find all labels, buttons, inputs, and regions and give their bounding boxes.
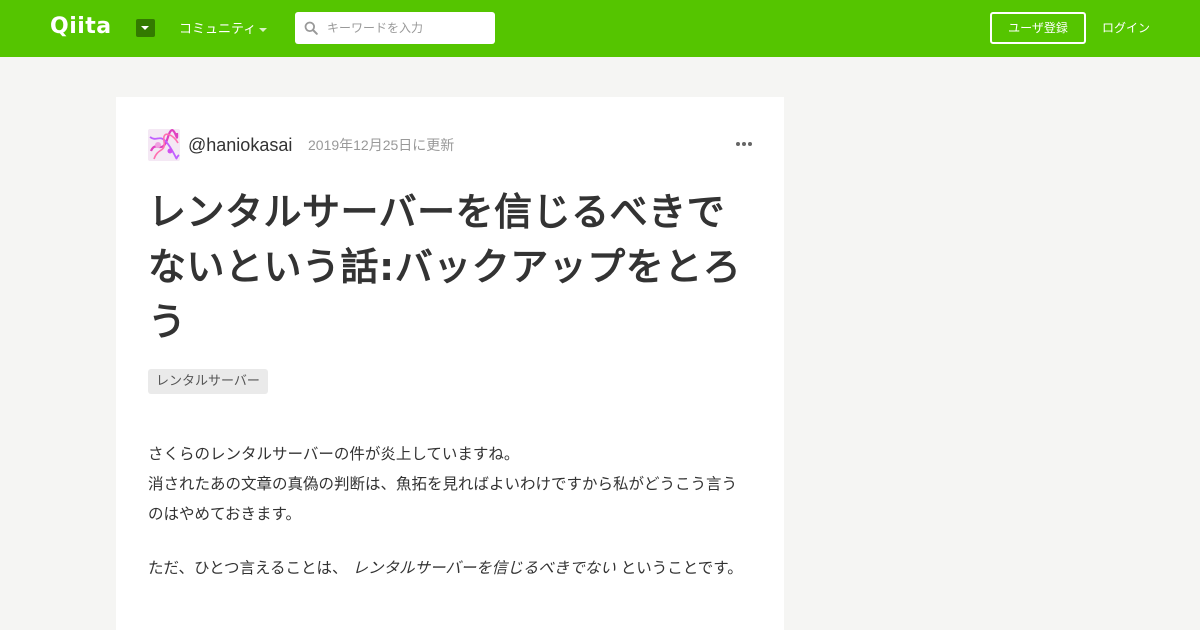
paragraph: さくらのレンタルサーバーの件が炎上していますね。 消されたあの文章の真偽の判断は… — [148, 439, 752, 529]
logo-menu-button[interactable] — [136, 19, 155, 37]
article-body: さくらのレンタルサーバーの件が炎上していますね。 消されたあの文章の真偽の判断は… — [148, 439, 752, 607]
emphasis-text: レンタルサーバーを信じるべきでない — [352, 559, 616, 577]
signup-button[interactable]: ユーザ登録 — [990, 12, 1086, 44]
article-card: @haniokasai 2019年12月25日に更新 レンタルサーバーを信じるべ… — [116, 97, 784, 630]
caret-down-icon — [141, 26, 149, 30]
search-box — [295, 12, 495, 44]
tag-rental-server[interactable]: レンタルサーバー — [148, 369, 268, 394]
search-icon — [304, 21, 318, 35]
paragraph: ただ、ひとつ言えることは、 レンタルサーバーを信じるべきでない ということです。 — [148, 553, 752, 583]
article-title: レンタルサーバーを信じるべきでないという話:バックアップをとろう — [148, 190, 742, 344]
avatar[interactable] — [148, 129, 180, 161]
author-name[interactable]: @haniokasai — [188, 133, 292, 157]
global-header: Qiita コミュニティ ユーザ登録 ログイン — [0, 0, 1200, 57]
qiita-logo[interactable]: Qiita — [50, 14, 112, 40]
paragraph-line: さくらのレンタルサーバーの件が炎上していますね。 — [148, 445, 520, 463]
more-horizontal-icon[interactable] — [736, 142, 752, 148]
community-menu[interactable]: コミュニティ — [179, 21, 256, 39]
search-input[interactable] — [327, 12, 491, 44]
paragraph-text: ということです。 — [620, 559, 743, 577]
login-link[interactable]: ログイン — [1102, 20, 1150, 36]
paragraph-line: あの文章の真偽の判断は、魚拓を見ればよいわけですから私がどうこう言うのはやめてお… — [148, 475, 738, 523]
updated-date: 2019年12月25日に更新 — [308, 137, 455, 153]
chevron-down-icon — [259, 28, 267, 32]
paragraph-line: 消された — [148, 475, 211, 493]
paragraph-text: ただ、ひとつ言えることは、 — [148, 559, 348, 577]
